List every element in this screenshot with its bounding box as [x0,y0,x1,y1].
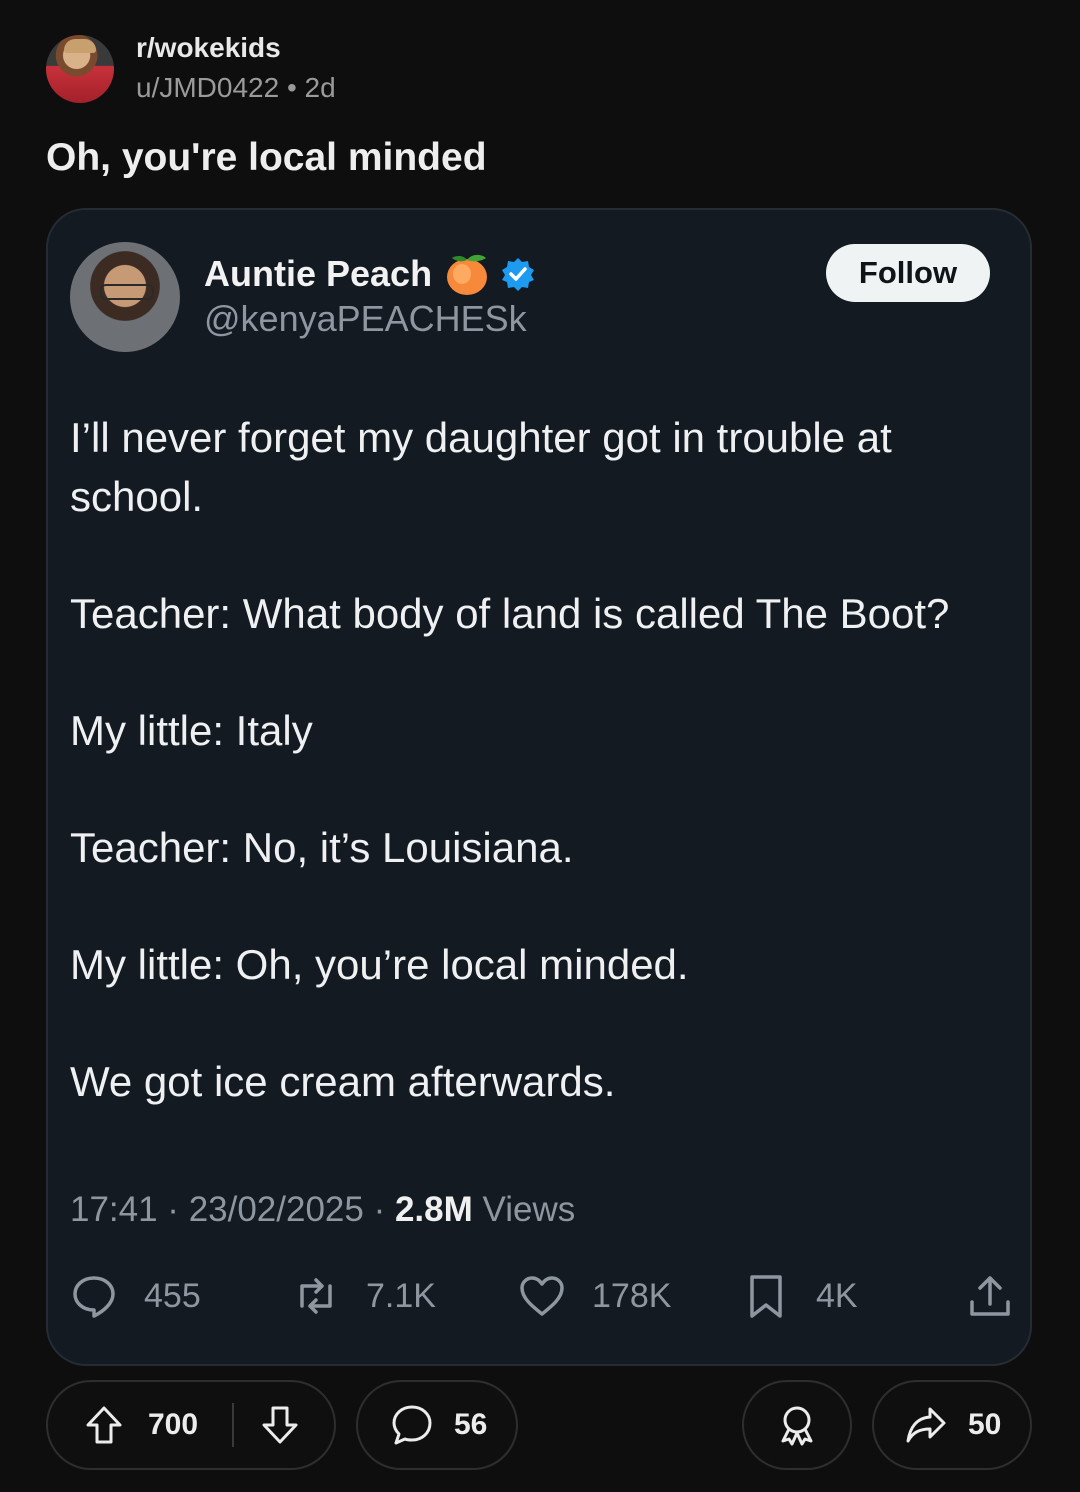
follow-button[interactable]: Follow [826,244,990,302]
like-count: 178K [592,1276,672,1315]
tweet-text: I’ll never forget my daughter got in tro… [70,408,1000,1169]
tweet-paragraph: My little: Oh, you’re local minded. [70,941,689,988]
views-label: Views [472,1190,576,1229]
subreddit-name[interactable]: r/wokekids [136,32,336,64]
like-action[interactable]: 178K [518,1272,671,1320]
tweet-paragraph: My little: Italy [70,707,313,754]
comment-icon [392,1405,432,1445]
tweet-paragraph: Teacher: What body of land is called The… [70,590,950,637]
reply-icon [73,1276,115,1318]
award-button[interactable] [742,1380,852,1470]
share-upload-icon [970,1276,1010,1316]
comment-count: 56 [454,1408,488,1441]
comments-button[interactable]: 56 [356,1380,518,1470]
upvote-icon[interactable] [82,1403,126,1447]
repost-action[interactable]: 7.1K [292,1272,436,1320]
post-meta: r/wokekids u/JMD0422 • 2d [136,32,336,106]
avatar-glasses-shape [100,284,154,300]
tweet-author-handle[interactable]: @kenyaPEACHESk [204,298,527,340]
verified-badge-icon [502,258,535,291]
subreddit-avatar[interactable] [46,35,114,103]
repost-icon [300,1278,332,1314]
tweet-author-avatar[interactable] [70,242,180,352]
share-action[interactable] [966,1272,1014,1320]
author-and-age[interactable]: u/JMD0422 • 2d [136,70,336,106]
tweet-author-name[interactable]: Auntie Peach [204,253,432,295]
share-arrow-icon [906,1407,946,1443]
award-icon [781,1406,813,1446]
reply-action[interactable]: 455 [70,1272,201,1320]
bookmark-count: 4K [816,1276,858,1315]
vote-control: 700 [46,1380,336,1470]
tweet-actions-bar: 455 7.1K 178K 4K [70,1272,1015,1322]
post-header: r/wokekids u/JMD0422 • 2d [46,32,336,106]
tweet-author-name-row: Auntie Peach [204,252,536,296]
peach-emoji-icon [447,254,488,295]
share-button[interactable]: 50 [872,1380,1032,1470]
share-count: 50 [968,1408,1002,1441]
repost-count: 7.1K [366,1276,436,1315]
tweet-paragraph: Teacher: No, it’s Louisiana. [70,824,574,871]
post-title: Oh, you're local minded [46,136,487,179]
bookmark-icon [750,1275,782,1318]
bookmark-action[interactable]: 4K [742,1272,858,1320]
reply-count: 455 [144,1276,201,1315]
downvote-icon[interactable] [258,1403,302,1447]
vote-score: 700 [148,1408,199,1441]
views-count: 2.8M [394,1190,473,1229]
embedded-tweet-card[interactable]: Auntie Peach @kenyaPEACHESk Follow I’ll … [46,208,1032,1366]
vote-divider [232,1403,235,1447]
tweet-timestamp[interactable]: 17:41 · 23/02/2025 · [70,1190,395,1229]
heart-icon [520,1276,564,1316]
tweet-paragraph: We got ice cream afterwards. [70,1058,616,1105]
tweet-timestamp-views: 17:41 · 23/02/2025 · 2.8M Views [70,1190,575,1230]
avatar-hat-shape [64,39,96,53]
tweet-paragraph: I’ll never forget my daughter got in tro… [70,414,892,520]
